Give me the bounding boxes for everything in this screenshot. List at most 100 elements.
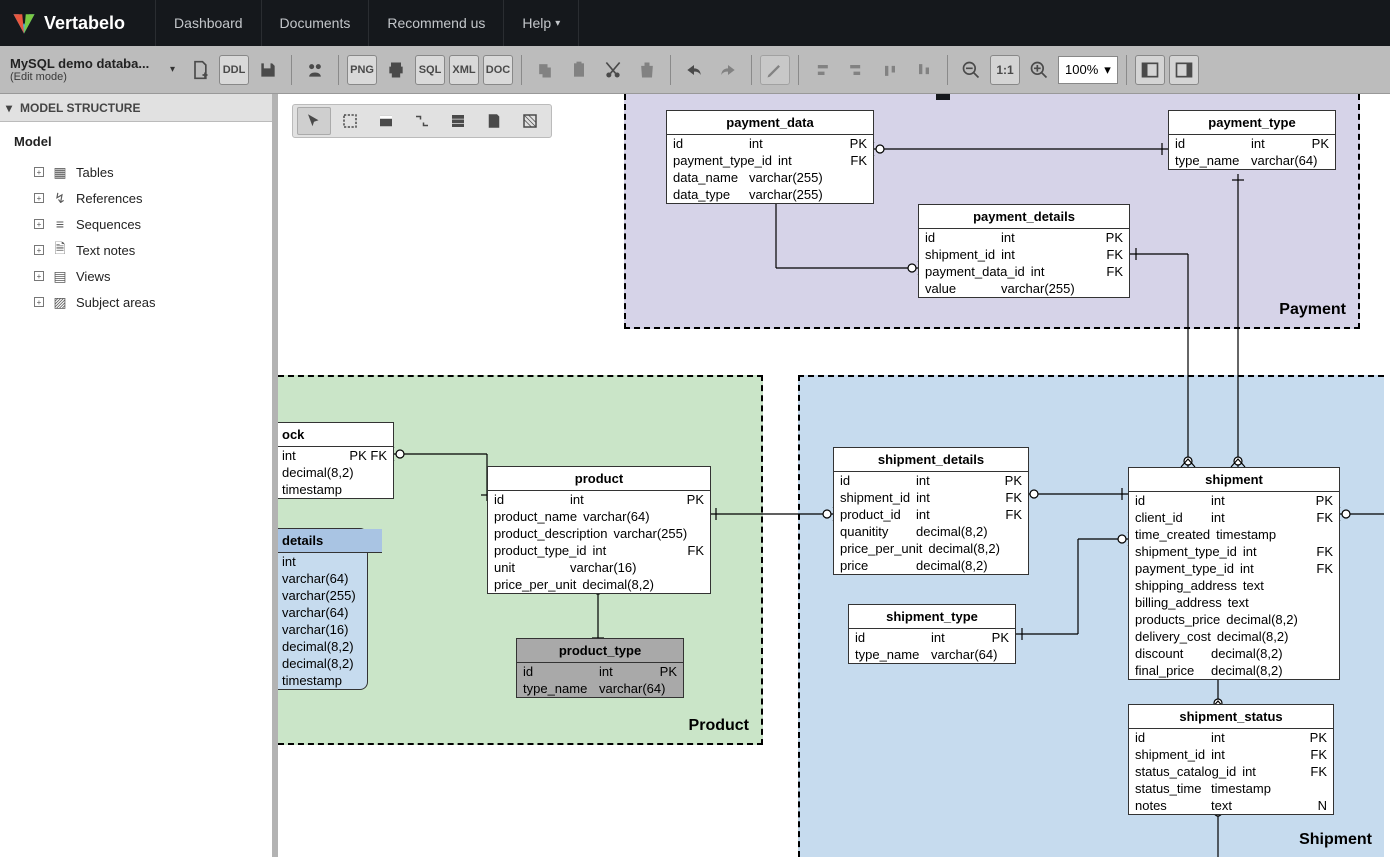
zoom-in-button[interactable] — [1024, 55, 1054, 85]
table-column[interactable]: payment_type_idintFK — [667, 152, 873, 169]
undo-button[interactable] — [679, 55, 709, 85]
table-column[interactable]: int — [278, 553, 367, 570]
table-shipment-type[interactable]: shipment_type idintPKtype_namevarchar(64… — [848, 604, 1016, 664]
table-column[interactable]: valuevarchar(255) — [919, 280, 1129, 297]
sidebar-item-subjectareas[interactable]: +▨Subject areas — [10, 289, 262, 315]
table-column[interactable]: shipment_idintFK — [834, 489, 1028, 506]
table-column[interactable]: status_timetimestamp — [1129, 780, 1333, 797]
table-column[interactable]: idintPK — [1129, 729, 1333, 746]
table-column[interactable]: intPK FK — [278, 447, 393, 464]
nav-recommend[interactable]: Recommend us — [369, 0, 504, 46]
table-details-partial[interactable]: details intvarchar(64)varchar(255)varcha… — [278, 528, 368, 690]
table-column[interactable]: decimal(8,2) — [278, 638, 367, 655]
align-left-button[interactable] — [807, 55, 837, 85]
diagram-canvas[interactable]: Payment Product Shipment — [278, 94, 1390, 857]
copy-button[interactable] — [530, 55, 560, 85]
document-menu-button[interactable]: ▾ — [170, 64, 181, 75]
table-column[interactable]: data_namevarchar(255) — [667, 169, 873, 186]
new-button[interactable] — [185, 55, 215, 85]
table-column[interactable]: idintPK — [1169, 135, 1335, 152]
table-shipment[interactable]: shipment idintPKclient_idintFKtime_creat… — [1128, 467, 1340, 680]
tree-root[interactable]: Model — [14, 134, 262, 149]
table-column[interactable]: shipping_addresstext — [1129, 577, 1339, 594]
table-column[interactable]: shipment_idintFK — [1129, 746, 1333, 763]
table-column[interactable]: product_descriptionvarchar(255) — [488, 525, 710, 542]
share-button[interactable] — [300, 55, 330, 85]
add-view-tool[interactable] — [441, 107, 475, 135]
ddl-button[interactable]: DDL — [219, 55, 249, 85]
table-column[interactable]: idintPK — [1129, 492, 1339, 509]
table-column[interactable]: idintPK — [834, 472, 1028, 489]
toggle-right-panel-button[interactable] — [1169, 55, 1199, 85]
add-reference-tool[interactable] — [405, 107, 439, 135]
print-button[interactable] — [381, 55, 411, 85]
table-column[interactable]: idintPK — [517, 663, 683, 680]
table-column[interactable]: decimal(8,2) — [278, 655, 367, 672]
table-column[interactable]: shipment_type_idintFK — [1129, 543, 1339, 560]
table-column[interactable]: delivery_costdecimal(8,2) — [1129, 628, 1339, 645]
table-column[interactable]: billing_addresstext — [1129, 594, 1339, 611]
table-column[interactable]: products_pricedecimal(8,2) — [1129, 611, 1339, 628]
delete-button[interactable] — [632, 55, 662, 85]
zoom-select[interactable]: 100%▾ — [1058, 56, 1118, 84]
table-product-type[interactable]: product_type idintPKtype_namevarchar(64) — [516, 638, 684, 698]
cut-button[interactable] — [598, 55, 628, 85]
edit-button[interactable] — [760, 55, 790, 85]
table-column[interactable]: pricedecimal(8,2) — [834, 557, 1028, 574]
table-column[interactable]: type_namevarchar(64) — [849, 646, 1015, 663]
collapse-button[interactable]: ▾ — [6, 101, 12, 115]
table-column[interactable]: quanititydecimal(8,2) — [834, 523, 1028, 540]
export-doc-button[interactable]: DOC — [483, 55, 513, 85]
export-png-button[interactable]: PNG — [347, 55, 377, 85]
export-sql-button[interactable]: SQL — [415, 55, 445, 85]
table-column[interactable]: idintPK — [488, 491, 710, 508]
table-column[interactable]: data_typevarchar(255) — [667, 186, 873, 203]
table-payment-data[interactable]: payment_data idintPKpayment_type_idintFK… — [666, 110, 874, 204]
table-payment-type[interactable]: payment_type idintPKtype_namevarchar(64) — [1168, 110, 1336, 170]
nav-documents[interactable]: Documents — [262, 0, 370, 46]
table-column[interactable]: time_createdtimestamp — [1129, 526, 1339, 543]
table-payment-details[interactable]: payment_details idintPKshipment_idintFKp… — [918, 204, 1130, 298]
nav-help[interactable]: Help▾ — [504, 0, 579, 46]
table-column[interactable]: unitvarchar(16) — [488, 559, 710, 576]
table-column[interactable]: price_per_unitdecimal(8,2) — [488, 576, 710, 593]
table-column[interactable]: payment_type_idintFK — [1129, 560, 1339, 577]
table-column[interactable]: timestamp — [278, 481, 393, 498]
table-column[interactable]: idintPK — [919, 229, 1129, 246]
marquee-tool[interactable] — [333, 107, 367, 135]
table-column[interactable]: price_per_unitdecimal(8,2) — [834, 540, 1028, 557]
table-column[interactable]: varchar(16) — [278, 621, 367, 638]
table-stock-partial[interactable]: ock intPK FKdecimal(8,2)timestamp — [278, 422, 394, 499]
table-column[interactable]: decimal(8,2) — [278, 464, 393, 481]
table-column[interactable]: idintPK — [667, 135, 873, 152]
table-column[interactable]: type_namevarchar(64) — [1169, 152, 1335, 169]
table-column[interactable]: product_type_idintFK — [488, 542, 710, 559]
table-column[interactable]: notestextN — [1129, 797, 1333, 814]
table-column[interactable]: varchar(255) — [278, 587, 367, 604]
sidebar-item-tables[interactable]: +▦Tables — [10, 159, 262, 185]
save-button[interactable] — [253, 55, 283, 85]
table-column[interactable]: shipment_idintFK — [919, 246, 1129, 263]
align-bottom-button[interactable] — [909, 55, 939, 85]
add-table-tool[interactable] — [369, 107, 403, 135]
align-top-button[interactable] — [875, 55, 905, 85]
export-xml-button[interactable]: XML — [449, 55, 479, 85]
logo[interactable]: Vertabelo — [10, 9, 125, 37]
table-shipment-details[interactable]: shipment_details idintPKshipment_idintFK… — [833, 447, 1029, 575]
table-column[interactable]: client_idintFK — [1129, 509, 1339, 526]
table-column[interactable]: timestamp — [278, 672, 367, 689]
zoom-fit-button[interactable]: 1:1 — [990, 55, 1020, 85]
table-column[interactable]: payment_data_idintFK — [919, 263, 1129, 280]
table-column[interactable]: idintPK — [849, 629, 1015, 646]
sidebar-item-views[interactable]: +▤Views — [10, 263, 262, 289]
table-column[interactable]: product_idintFK — [834, 506, 1028, 523]
add-note-tool[interactable] — [477, 107, 511, 135]
table-product[interactable]: product idintPKproduct_namevarchar(64)pr… — [487, 466, 711, 594]
table-column[interactable]: discountdecimal(8,2) — [1129, 645, 1339, 662]
toggle-left-panel-button[interactable] — [1135, 55, 1165, 85]
table-column[interactable]: product_namevarchar(64) — [488, 508, 710, 525]
paste-button[interactable] — [564, 55, 594, 85]
table-shipment-status[interactable]: shipment_status idintPKshipment_idintFKs… — [1128, 704, 1334, 815]
select-tool[interactable] — [297, 107, 331, 135]
table-column[interactable]: varchar(64) — [278, 604, 367, 621]
